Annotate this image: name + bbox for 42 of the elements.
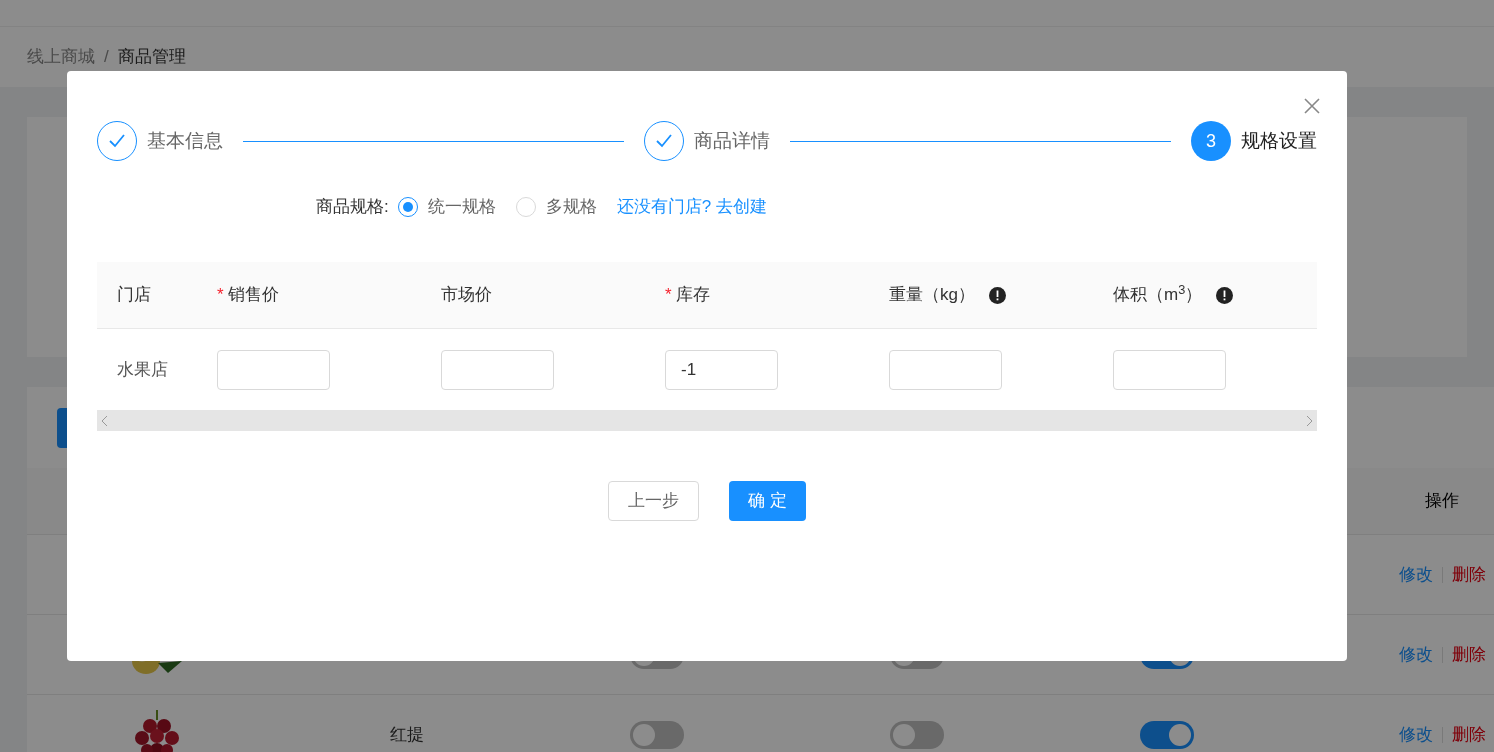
column-header: 体积（m$^{3}$）	[1113, 282, 1203, 307]
field-label: 商品规格:	[316, 196, 389, 219]
info-icon[interactable]	[1216, 286, 1234, 304]
edit-link[interactable]: 修改	[1398, 721, 1433, 748]
store-name: 水果店	[116, 358, 169, 381]
info-icon[interactable]	[988, 286, 1006, 304]
radio-option[interactable]: 多规格	[515, 194, 597, 220]
column-header: 市场价	[441, 284, 492, 307]
radio-option[interactable]: 统一规格	[397, 194, 496, 220]
product-name: 红提	[390, 724, 424, 744]
create-store-link[interactable]: 还没有门店? 去创建	[616, 194, 767, 220]
toggle-switch[interactable]	[1140, 720, 1194, 749]
input-field[interactable]	[1113, 349, 1226, 390]
toggle-switch[interactable]	[890, 720, 944, 749]
step-label: 基本信息	[147, 128, 223, 153]
breadcrumb-item[interactable]: /	[104, 44, 109, 70]
step-label: 商品详情	[694, 128, 770, 153]
chevron-left-icon[interactable]	[101, 414, 109, 427]
back-button[interactable]: 上一步	[608, 481, 700, 521]
delete-link[interactable]: 删除	[1451, 561, 1486, 588]
toggle-switch[interactable]	[630, 720, 684, 749]
input-field[interactable]	[217, 349, 330, 390]
input-field[interactable]	[441, 349, 554, 390]
edit-link[interactable]: 修改	[1398, 641, 1433, 668]
confirm-button[interactable]: 确 定	[729, 481, 806, 521]
column-header: 操作	[1425, 490, 1459, 513]
delete-link[interactable]: 删除	[1451, 641, 1486, 668]
breadcrumb-item: 商品管理	[117, 46, 186, 69]
step-indicator: 3	[1191, 121, 1231, 161]
column-header: 门店	[117, 284, 151, 307]
column-header: * 销售价	[217, 284, 279, 307]
column-header: 重量（kg）	[889, 284, 975, 307]
input-field[interactable]: -1	[665, 349, 778, 390]
breadcrumb-item[interactable]: 线上商城	[27, 44, 95, 70]
step-label: 规格设置	[1241, 128, 1317, 153]
close-icon[interactable]	[1303, 97, 1321, 115]
scrollbar[interactable]	[97, 410, 1317, 431]
edit-link[interactable]: 修改	[1398, 561, 1433, 588]
chevron-right-icon[interactable]	[1305, 414, 1313, 427]
delete-link[interactable]: 删除	[1451, 721, 1486, 748]
input-field[interactable]	[889, 349, 1002, 390]
column-header: * 库存	[665, 284, 710, 307]
